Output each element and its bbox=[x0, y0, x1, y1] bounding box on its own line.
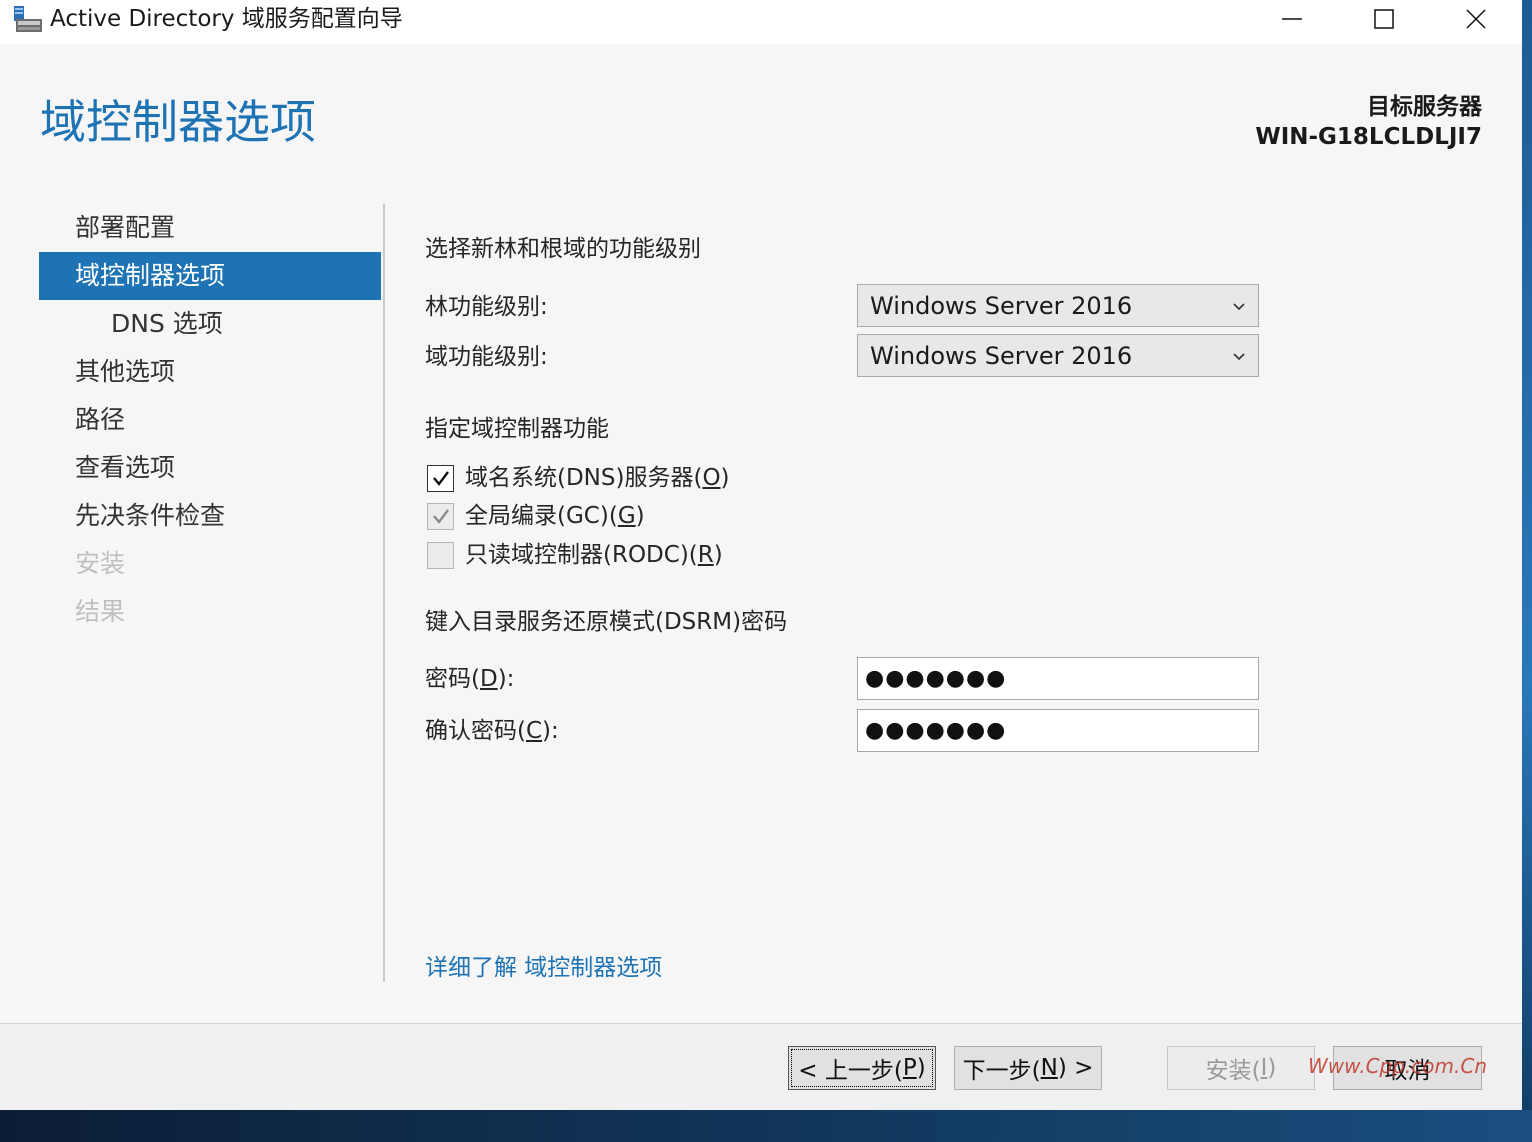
server-manager-icon bbox=[12, 5, 44, 35]
global-catalog-checkbox bbox=[427, 502, 454, 530]
window-title: Active Directory 域服务配置向导 bbox=[50, 6, 403, 32]
dns-server-label: 域名系统(DNS)服务器(O) bbox=[465, 465, 730, 491]
nav-item-additional-options[interactable]: 其他选项 bbox=[39, 348, 381, 396]
domain-level-select[interactable]: Windows Server 2016 bbox=[857, 334, 1259, 377]
forest-level-value: Windows Server 2016 bbox=[870, 291, 1133, 320]
nav-item-dns-options[interactable]: DNS 选项 bbox=[39, 300, 381, 348]
back-button[interactable]: < 上一步(P) bbox=[788, 1046, 936, 1090]
maximize-button[interactable] bbox=[1338, 0, 1430, 38]
wizard-footer: < 上一步(P) 下一步(N) > 安装(I) 取消 bbox=[0, 1023, 1522, 1110]
nav-item-dc-options[interactable]: 域控制器选项 bbox=[39, 252, 381, 300]
dns-server-option[interactable]: 域名系统(DNS)服务器(O) bbox=[427, 463, 730, 493]
forest-level-select[interactable]: Windows Server 2016 bbox=[857, 284, 1259, 327]
page-title: 域控制器选项 bbox=[40, 95, 316, 149]
cancel-button[interactable]: 取消 bbox=[1333, 1046, 1482, 1090]
password-mask: ●●●●●●● bbox=[865, 665, 1007, 691]
nav-item-results: 结果 bbox=[75, 597, 126, 626]
rodc-checkbox bbox=[427, 541, 454, 569]
rodc-option: 只读域控制器(RODC)(R) bbox=[427, 540, 723, 570]
install-button: 安装(I) bbox=[1167, 1046, 1315, 1090]
functional-level-heading: 选择新林和根域的功能级别 bbox=[425, 236, 701, 262]
learn-more-link[interactable]: 详细了解 域控制器选项 bbox=[425, 952, 662, 984]
checkmark-icon bbox=[432, 509, 449, 524]
domain-level-label: 域功能级别: bbox=[425, 344, 548, 370]
taskbar bbox=[0, 1110, 1532, 1142]
global-catalog-option: 全局编录(GC)(G) bbox=[427, 501, 645, 531]
password-field[interactable]: ●●●●●●● bbox=[857, 657, 1259, 700]
close-icon bbox=[1466, 9, 1486, 29]
forest-level-label: 林功能级别: bbox=[425, 294, 548, 320]
maximize-icon bbox=[1374, 9, 1394, 29]
dc-capabilities-heading: 指定域控制器功能 bbox=[425, 416, 609, 442]
nav-divider bbox=[383, 204, 385, 982]
rodc-label: 只读域控制器(RODC)(R) bbox=[465, 542, 723, 568]
nav-item-prerequisites[interactable]: 先决条件检查 bbox=[39, 492, 381, 540]
minimize-icon bbox=[1282, 9, 1302, 29]
next-button[interactable]: 下一步(N) > bbox=[954, 1046, 1102, 1090]
nav-item-review-options[interactable]: 查看选项 bbox=[39, 444, 381, 492]
checkmark-icon bbox=[432, 471, 449, 486]
confirm-password-mask: ●●●●●●● bbox=[865, 717, 1007, 743]
domain-level-value: Windows Server 2016 bbox=[870, 341, 1133, 370]
wizard-window: Active Directory 域服务配置向导 域控制器选项 目标服务器 WI… bbox=[0, 0, 1522, 1110]
global-catalog-label: 全局编录(GC)(G) bbox=[465, 503, 645, 529]
dsrm-heading: 键入目录服务还原模式(DSRM)密码 bbox=[425, 609, 788, 635]
close-button[interactable] bbox=[1430, 0, 1522, 38]
nav-item-deployment[interactable]: 部署配置 bbox=[39, 204, 381, 252]
dns-server-checkbox[interactable] bbox=[427, 464, 454, 492]
chevron-down-icon bbox=[1232, 298, 1246, 317]
target-server-name: WIN-G18LCLDLJI7 bbox=[1255, 124, 1482, 150]
nav-item-install: 安装 bbox=[75, 549, 126, 578]
main-content: 选择新林和根域的功能级别 林功能级别: Windows Server 2016 … bbox=[425, 0, 1285, 1000]
confirm-password-field[interactable]: ●●●●●●● bbox=[857, 709, 1259, 752]
chevron-down-icon bbox=[1232, 348, 1246, 367]
wizard-nav: 部署配置 域控制器选项 DNS 选项 其他选项 路径 查看选项 先决条件检查 安… bbox=[39, 204, 381, 636]
nav-item-paths[interactable]: 路径 bbox=[39, 396, 381, 444]
desktop-background-edge bbox=[1522, 0, 1532, 1142]
target-server-label: 目标服务器 bbox=[1367, 94, 1482, 120]
confirm-password-label: 确认密码(C): bbox=[425, 718, 559, 744]
password-label: 密码(D): bbox=[425, 666, 515, 692]
